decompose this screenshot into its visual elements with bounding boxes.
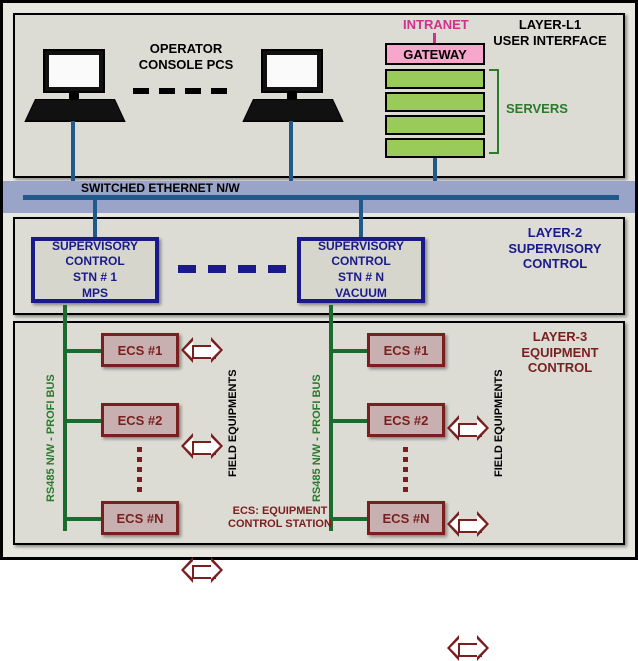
architecture-diagram: LAYER-L1 USER INTERFACE OPERATOR CONSOLE…: [0, 0, 638, 560]
stub: [333, 517, 367, 521]
ellipsis-dashes: [133, 88, 227, 94]
stub: [67, 419, 101, 423]
stub: [333, 349, 367, 353]
ecs-box-Nb: ECS #N: [367, 501, 445, 535]
layer3-title: LAYER-3 EQUIPMENT CONTROL: [505, 329, 615, 376]
computer-icon: [35, 49, 113, 119]
server-slab: [385, 92, 485, 112]
server-slab: [385, 69, 485, 89]
net-drop: [359, 200, 363, 238]
intranet-line: [433, 33, 436, 43]
field-equipments-label: FIELD EQUIPMENTS: [227, 353, 239, 493]
profibus-line: [329, 305, 333, 531]
server-slab: [385, 115, 485, 135]
ecs-box-Na: ECS #N: [101, 501, 179, 535]
server-slab: [385, 138, 485, 158]
intranet-label: INTRANET: [403, 17, 469, 33]
vert-ellipsis: [403, 447, 408, 492]
sup1-label: SUPERVISORY CONTROL STN # 1 MPS: [52, 239, 138, 301]
double-arrow-icon: [185, 337, 219, 363]
server-bracket: [489, 69, 499, 154]
computer-icon: [253, 49, 331, 119]
supN-label: SUPERVISORY CONTROL STN # N VACUUM: [318, 239, 404, 301]
ethernet-label: SWITCHED ETHERNET N/W: [81, 181, 240, 195]
stub: [67, 349, 101, 353]
vert-ellipsis: [137, 447, 142, 492]
servers-label: SERVERS: [506, 101, 568, 117]
double-arrow-icon: [451, 511, 485, 537]
server-stack: [385, 69, 485, 158]
double-arrow-icon: [451, 415, 485, 441]
ecs-box-2a: ECS #2: [101, 403, 179, 437]
double-arrow-icon: [451, 635, 485, 661]
stub: [333, 419, 367, 423]
ecs-box-1a: ECS #1: [101, 333, 179, 367]
ethernet-rail: [23, 195, 619, 200]
ellipsis-dashes-blue: [178, 265, 286, 273]
double-arrow-icon: [185, 433, 219, 459]
console-label: OPERATOR CONSOLE PCS: [131, 41, 241, 72]
supervisory-station-n: SUPERVISORY CONTROL STN # N VACUUM: [297, 237, 425, 303]
supervisory-station-1: SUPERVISORY CONTROL STN # 1 MPS: [31, 237, 159, 303]
double-arrow-icon: [185, 557, 219, 583]
net-drop: [93, 200, 97, 238]
layer2-title: LAYER-2 SUPERVISORY CONTROL: [495, 225, 615, 272]
field-equipments-label: FIELD EQUIPMENTS: [493, 353, 505, 493]
stub: [67, 517, 101, 521]
bus-label: RS485 N/W - PROFI BUS: [45, 343, 57, 533]
layer1-title: LAYER-L1 USER INTERFACE: [485, 17, 615, 48]
profibus-line: [63, 305, 67, 531]
gateway-box: GATEWAY: [385, 43, 485, 65]
ecs-box-1b: ECS #1: [367, 333, 445, 367]
ecs-legend: ECS: EQUIPMENT CONTROL STATION: [225, 505, 335, 531]
ecs-box-2b: ECS #2: [367, 403, 445, 437]
